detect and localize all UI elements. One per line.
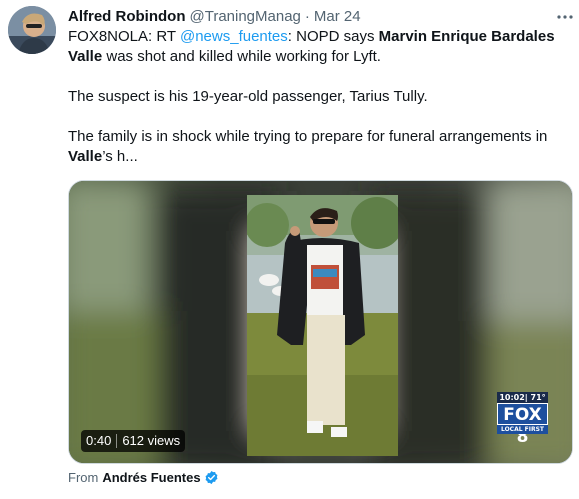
attribution-label: From — [68, 469, 99, 485]
tweet-paragraph-1: FOX8NOLA: RT @news_fuentes: NOPD says Ma… — [68, 27, 573, 67]
attribution-author[interactable]: Andrés Fuentes — [102, 470, 200, 485]
display-name[interactable]: Alfred Robindon — [68, 7, 185, 27]
tweet-date[interactable]: Mar 24 — [314, 7, 361, 27]
tweet[interactable]: Alfred Robindon @TraningManag · Mar 24 F… — [0, 0, 579, 499]
tweet-text: FOX8NOLA: RT @news_fuentes: NOPD says Ma… — [68, 27, 573, 167]
station-tagline: LOCAL FIRST — [497, 425, 548, 434]
tweet-paragraph-3: The family is in shock while trying to p… — [68, 127, 573, 167]
text-fragment: ’s h... — [102, 148, 138, 165]
video-frame-photo — [247, 195, 398, 456]
station-logo: 10:02| 71° FOX 8 LOCAL FIRST — [497, 392, 548, 447]
video-stats-overlay: 0:40 612 views — [81, 430, 186, 452]
video-views: 612 views — [122, 433, 181, 448]
avatar-image — [8, 6, 56, 54]
tweet-header: Alfred Robindon @TraningManag · Mar 24 — [68, 7, 361, 27]
station-time: 10:02| 71° — [497, 392, 548, 403]
more-horizontal-icon[interactable] — [556, 8, 574, 26]
mention-link[interactable]: @news_fuentes — [180, 28, 288, 45]
text-fragment: : NOPD says — [287, 28, 379, 45]
video-duration: 0:40 — [86, 433, 112, 448]
avatar[interactable] — [8, 6, 56, 54]
text-fragment: FOX8NOLA: RT — [68, 28, 180, 45]
separator-dot: · — [304, 8, 310, 25]
station-name: FOX 8 — [497, 403, 548, 447]
video-player[interactable]: 10:02| 71° FOX 8 LOCAL FIRST 0:40 612 vi… — [68, 180, 573, 464]
text-fragment: The family is in shock while trying to p… — [68, 128, 548, 145]
bold-name: Valle — [68, 148, 103, 165]
text-fragment: was shot and killed while working for Ly… — [102, 48, 381, 65]
tweet-paragraph-2: The suspect is his 19-year-old passenger… — [68, 88, 428, 105]
verified-badge-icon — [204, 470, 219, 485]
video-attribution: From Andrés Fuentes — [68, 468, 219, 486]
overlay-divider — [116, 434, 118, 448]
user-handle[interactable]: @TraningManag — [189, 7, 300, 27]
